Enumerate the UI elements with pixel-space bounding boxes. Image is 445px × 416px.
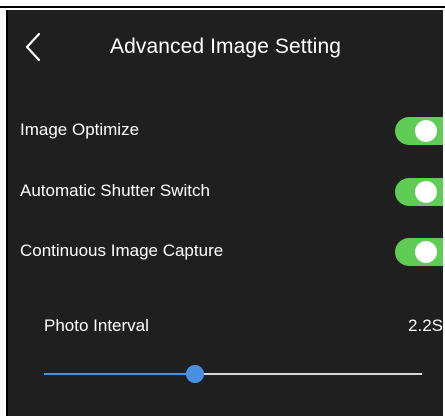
image-optimize-toggle[interactable] — [395, 117, 443, 145]
toggle-knob — [415, 181, 437, 203]
top-border — [0, 0, 445, 8]
setting-label-automatic-shutter-switch: Automatic Shutter Switch — [20, 181, 210, 200]
toggle-knob — [415, 120, 437, 142]
app-frame: Advanced Image Setting Image Optimize Au… — [0, 0, 445, 416]
settings-screen: Advanced Image Setting Image Optimize Au… — [6, 10, 443, 416]
header-bar: Advanced Image Setting — [8, 10, 443, 80]
slider-thumb[interactable] — [186, 365, 205, 383]
photo-interval-value: 2.2S — [408, 316, 443, 335]
setting-label-image-optimize: Image Optimize — [20, 120, 140, 139]
setting-row-automatic-shutter-switch: Automatic Shutter Switch — [8, 170, 443, 214]
toggle-knob — [415, 241, 437, 263]
setting-row-image-optimize: Image Optimize — [8, 109, 443, 153]
setting-label-continuous-image-capture: Continuous Image Capture — [20, 241, 224, 260]
photo-interval-label: Photo Interval — [44, 316, 149, 335]
page-title: Advanced Image Setting — [109, 35, 342, 58]
slider-fill — [44, 373, 196, 375]
continuous-image-capture-toggle[interactable] — [395, 238, 443, 266]
automatic-shutter-switch-toggle[interactable] — [395, 178, 443, 206]
photo-interval-slider[interactable] — [44, 364, 422, 384]
setting-row-continuous-image-capture: Continuous Image Capture — [8, 230, 443, 274]
